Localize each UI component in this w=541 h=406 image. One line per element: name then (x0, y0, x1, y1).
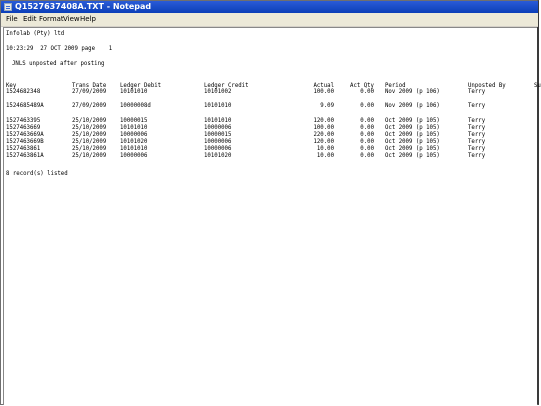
table-cell: 10101020 (204, 153, 232, 159)
menu-bar: File Edit Format View Help (1, 13, 538, 27)
window-title: Q1527637408A.TXT - Notepad (15, 2, 152, 11)
table-cell: 27/09/2009 (72, 103, 107, 109)
table-cell: 10.00 (316, 153, 334, 159)
table-cell: 27/09/2009 (72, 89, 107, 95)
table-cell: 25/10/2009 (72, 139, 107, 145)
table-cell: 0.00 (360, 146, 374, 152)
table-cell: 1527463669B (6, 139, 44, 145)
report-subtitle: JNLS unposted after posting (12, 61, 105, 67)
table-cell: 0.00 (360, 153, 374, 159)
table-cell: Terry (468, 146, 486, 152)
text-editor-area[interactable]: Infolab (Pty) ltd 10:23:29 27 OCT 2009 p… (3, 27, 541, 405)
menu-edit[interactable]: Edit (23, 13, 37, 26)
menu-view[interactable]: View (63, 13, 80, 26)
table-cell: 1524682348 (6, 89, 41, 95)
table-cell: 0.00 (360, 118, 374, 124)
table-cell: 1527463861A (6, 153, 44, 159)
table-cell: 10101010 (204, 103, 232, 109)
table-cell: 0.00 (360, 132, 374, 138)
table-cell: 25/10/2009 (72, 153, 107, 159)
table-cell: 100.00 (313, 125, 334, 131)
menu-format[interactable]: Format (39, 13, 64, 26)
table-cell: Oct 2009 (p 105) (385, 153, 440, 159)
table-cell: 100.00 (313, 89, 334, 95)
table-cell: Terry (468, 118, 486, 124)
table-cell: 10101010 (120, 89, 148, 95)
table-cell: 1527463669 (6, 125, 41, 131)
table-cell: Oct 2009 (p 105) (385, 139, 440, 145)
table-cell: Nov 2009 (p 106) (385, 89, 440, 95)
table-cell: 1524685489A (6, 103, 44, 109)
table-cell: 25/10/2009 (72, 146, 107, 152)
table-cell: 1527463861 (6, 146, 41, 152)
table-cell: 9.09 (320, 103, 334, 109)
table-cell: 10101020 (120, 139, 148, 145)
notepad-window: Q1527637408A.TXT - Notepad File Edit For… (0, 0, 541, 405)
company-line: Infolab (Pty) ltd (6, 31, 65, 37)
column-header: Su (534, 83, 541, 89)
table-cell: Oct 2009 (p 105) (385, 125, 440, 131)
table-cell: Terry (468, 103, 486, 109)
menu-help[interactable]: Help (80, 13, 96, 26)
table-cell: 10000008d (120, 103, 151, 109)
table-cell: 25/10/2009 (72, 132, 107, 138)
table-cell: 10101010 (120, 146, 148, 152)
table-cell: 120.00 (313, 118, 334, 124)
notepad-icon (4, 3, 12, 11)
table-cell: 10000006 (204, 146, 232, 152)
table-cell: Terry (468, 153, 486, 159)
table-cell: 25/10/2009 (72, 125, 107, 131)
table-cell: 220.00 (313, 132, 334, 138)
table-cell: Terry (468, 125, 486, 131)
table-cell: 10101002 (204, 89, 232, 95)
table-cell: 10000015 (120, 118, 148, 124)
table-cell: 10000006 (204, 139, 232, 145)
report-header-line: 10:23:29 27 OCT 2009 page 1 (6, 46, 113, 52)
table-cell: Terry (468, 139, 486, 145)
table-cell: 25/10/2009 (72, 118, 107, 124)
table-cell: 120.00 (313, 139, 334, 145)
table-cell: 10101010 (204, 118, 232, 124)
table-cell: 0.00 (360, 103, 374, 109)
record-count: 8 record(s) listed (6, 171, 68, 177)
menu-file[interactable]: File (6, 13, 18, 26)
table-cell: Oct 2009 (p 105) (385, 132, 440, 138)
table-cell: Nov 2009 (p 106) (385, 103, 440, 109)
table-cell: Terry (468, 132, 486, 138)
table-cell: 10000015 (204, 132, 232, 138)
title-bar[interactable]: Q1527637408A.TXT - Notepad (1, 1, 538, 13)
table-cell: 10000006 (204, 125, 232, 131)
table-cell: Oct 2009 (p 105) (385, 146, 440, 152)
table-cell: 1527463395 (6, 118, 41, 124)
table-cell: 1527463669A (6, 132, 44, 138)
table-cell: 0.00 (360, 89, 374, 95)
table-cell: 10101010 (120, 125, 148, 131)
table-cell: 0.00 (360, 125, 374, 131)
table-cell: Oct 2009 (p 105) (385, 118, 440, 124)
table-cell: 10000006 (120, 153, 148, 159)
table-cell: 0.00 (360, 139, 374, 145)
table-cell: 10.00 (316, 146, 334, 152)
table-cell: Terry (468, 89, 486, 95)
table-cell: 10000006 (120, 132, 148, 138)
